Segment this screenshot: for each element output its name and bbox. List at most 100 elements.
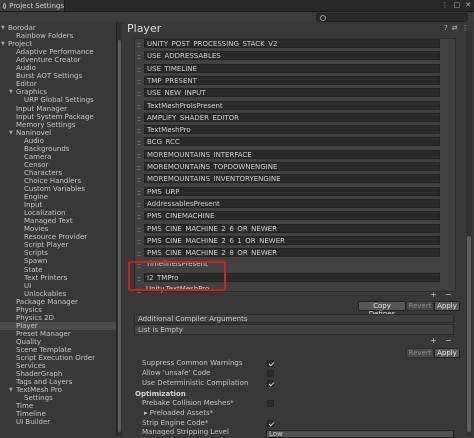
revert-button[interactable]: Revert <box>406 301 434 311</box>
drag-handle-icon[interactable] <box>137 190 141 195</box>
drag-handle-icon[interactable] <box>137 215 141 220</box>
sidebar-item[interactable]: Player <box>0 321 116 330</box>
define-symbol-field[interactable]: USE_ADDRESSABLES <box>144 51 440 61</box>
help-icon[interactable]: ? <box>444 24 448 32</box>
drag-handle-icon[interactable] <box>137 104 141 109</box>
chevron-down-icon[interactable]: ▼ <box>9 129 13 137</box>
preloaded-assets-foldout[interactable]: ▸ Preloaded Assets* <box>144 409 213 418</box>
define-symbol-row[interactable]: USE_TIMELINE <box>134 63 454 74</box>
sidebar-item[interactable]: Engine <box>0 193 116 201</box>
sidebar-item[interactable]: Burst AOT Settings <box>0 72 116 80</box>
sidebar-item[interactable]: Resource Provider <box>0 233 116 241</box>
sidebar-item[interactable]: ▼ Graphics <box>0 88 116 96</box>
define-symbol-field[interactable]: PMS_CINE_MACHINE_2_6_OR_NEWER <box>144 223 440 233</box>
deterministic-checkbox[interactable] <box>267 380 274 387</box>
sidebar-item[interactable]: Package Manager <box>0 298 116 306</box>
sidebar-item[interactable]: Audio <box>0 64 116 72</box>
sidebar-item[interactable]: Settings <box>0 394 116 402</box>
sidebar-item[interactable]: Input <box>0 201 116 209</box>
sidebar-item[interactable]: Choice Handlers <box>0 177 116 185</box>
sidebar-item[interactable]: UI <box>0 282 116 290</box>
define-symbol-field[interactable]: USE_NEW_INPUT <box>144 88 440 98</box>
define-symbol-row[interactable]: MOREMOUNTAINS_INTERFACE <box>134 149 454 160</box>
drag-handle-icon[interactable] <box>137 178 141 183</box>
managed-stripping-dropdown[interactable]: Low <box>266 430 454 438</box>
maximize-icon[interactable]: □ <box>454 1 461 9</box>
drag-handle-icon[interactable] <box>137 129 141 134</box>
drag-handle-icon[interactable] <box>137 92 141 97</box>
prebake-checkbox[interactable] <box>267 400 274 407</box>
remove-argument-button[interactable]: − <box>445 336 452 345</box>
sidebar-item[interactable]: Quality <box>0 338 116 346</box>
sidebar-item[interactable]: Custom Variables <box>0 185 116 193</box>
sidebar-item[interactable]: Tags and Layers <box>0 378 116 386</box>
define-symbol-row[interactable]: PMS_CINE_MACHINE_2_6_1_OR_NEWER <box>134 235 454 246</box>
drag-handle-icon[interactable] <box>137 202 141 207</box>
drag-handle-icon[interactable] <box>137 252 141 257</box>
drag-handle-icon[interactable] <box>137 153 141 158</box>
define-symbol-field[interactable]: USE_TIMELINE <box>144 63 440 73</box>
define-symbol-field[interactable]: TextMeshPro <box>144 125 440 135</box>
sidebar-item[interactable]: Editor <box>0 80 116 88</box>
allow-unsafe-checkbox[interactable] <box>267 370 274 377</box>
sidebar-item[interactable]: Adaptive Performance <box>0 48 116 56</box>
sidebar-item[interactable]: Adventure Creator <box>0 56 116 64</box>
define-symbol-row[interactable]: MOREMOUNTAINS_INVENTORYENGINE <box>134 174 454 184</box>
sidebar-item[interactable]: Scene Template <box>0 346 116 354</box>
define-symbol-field[interactable]: TextMeshProIsPresent <box>144 100 440 110</box>
drag-handle-icon[interactable] <box>137 227 141 232</box>
sidebar-item[interactable]: Preset Manager <box>0 330 116 338</box>
add-symbol-button[interactable]: + <box>430 290 437 299</box>
define-symbol-field[interactable]: AddressablesPresent <box>144 198 440 208</box>
compiler-apply-button[interactable]: Apply <box>434 348 460 358</box>
drag-handle-icon[interactable] <box>137 43 141 47</box>
sidebar-item[interactable]: Physics <box>0 306 116 314</box>
sidebar-item[interactable]: Spawn <box>0 257 116 265</box>
sidebar-item[interactable]: Text Printers <box>0 274 116 282</box>
drag-handle-icon[interactable] <box>137 67 141 72</box>
define-symbol-field[interactable]: PMS_CINEMACHINE <box>144 211 440 221</box>
define-symbol-field[interactable]: UNITY_POST_PROCESSING_STACK_V2 <box>144 39 440 48</box>
sidebar-item[interactable]: ▼ Project <box>0 40 116 48</box>
sidebar-item[interactable]: Services <box>0 362 116 370</box>
define-symbol-row[interactable]: BCG_RCC <box>134 137 454 147</box>
sidebar-item[interactable]: Backgrounds <box>0 145 116 153</box>
sidebar-item[interactable]: Camera <box>0 153 116 161</box>
define-symbol-row[interactable]: USE_NEW_INPUT <box>134 88 454 98</box>
drag-handle-icon[interactable] <box>137 141 141 146</box>
main-scrollbar-thumb[interactable] <box>467 236 471 432</box>
preset-icon[interactable]: ⇄ <box>452 24 458 32</box>
apply-button[interactable]: Apply <box>434 301 460 311</box>
sidebar-item[interactable]: Script Player <box>0 241 116 249</box>
define-symbol-row[interactable]: TMP_PRESENT <box>134 75 454 86</box>
add-argument-button[interactable]: + <box>430 336 437 345</box>
sidebar-item[interactable]: Audio <box>0 137 116 145</box>
sidebar-item[interactable]: Unlockables <box>0 290 116 298</box>
sidebar-item[interactable]: Memory Settings <box>0 121 116 129</box>
define-symbol-field[interactable]: TMP_PRESENT <box>144 75 440 85</box>
sidebar-item[interactable]: ShaderGraph <box>0 370 116 378</box>
sidebar-item[interactable]: Characters <box>0 169 116 177</box>
strip-engine-checkbox[interactable] <box>267 420 274 427</box>
sidebar-item[interactable]: Input Manager <box>0 105 116 113</box>
drag-handle-icon[interactable] <box>137 55 141 60</box>
sidebar-scrollbar-thumb[interactable] <box>118 40 121 432</box>
sidebar-item[interactable]: Script Execution Order <box>0 354 116 362</box>
define-symbol-row[interactable]: PMS_CINEMACHINE <box>134 211 454 221</box>
sidebar-item[interactable]: UI Builder <box>0 418 116 426</box>
sidebar-item[interactable]: Movies <box>0 225 116 233</box>
remove-symbol-button[interactable]: − <box>445 290 452 299</box>
define-symbol-row[interactable]: PMS_URP <box>134 186 454 197</box>
define-symbol-field[interactable]: PMS_CINE_MACHINE_2_8_OR_NEWER <box>144 248 440 258</box>
sidebar-item[interactable]: Physics 2D <box>0 314 116 322</box>
sidebar-item[interactable]: State <box>0 266 116 274</box>
define-symbol-field[interactable]: MOREMOUNTAINS_TOPDOWNENGINE <box>144 162 440 171</box>
drag-handle-icon[interactable] <box>137 79 141 84</box>
copy-defines-button[interactable]: Copy Defines <box>358 301 406 318</box>
define-symbol-row[interactable]: PMS_CINE_MACHINE_2_8_OR_NEWER <box>134 248 454 258</box>
suppress-warnings-checkbox[interactable] <box>267 360 274 367</box>
sidebar-item[interactable]: Managed Text <box>0 217 116 225</box>
define-symbol-row[interactable]: AddressablesPresent <box>134 198 454 209</box>
define-symbol-row[interactable]: TextMeshPro <box>134 125 454 135</box>
chevron-down-icon[interactable]: ▼ <box>9 386 13 394</box>
